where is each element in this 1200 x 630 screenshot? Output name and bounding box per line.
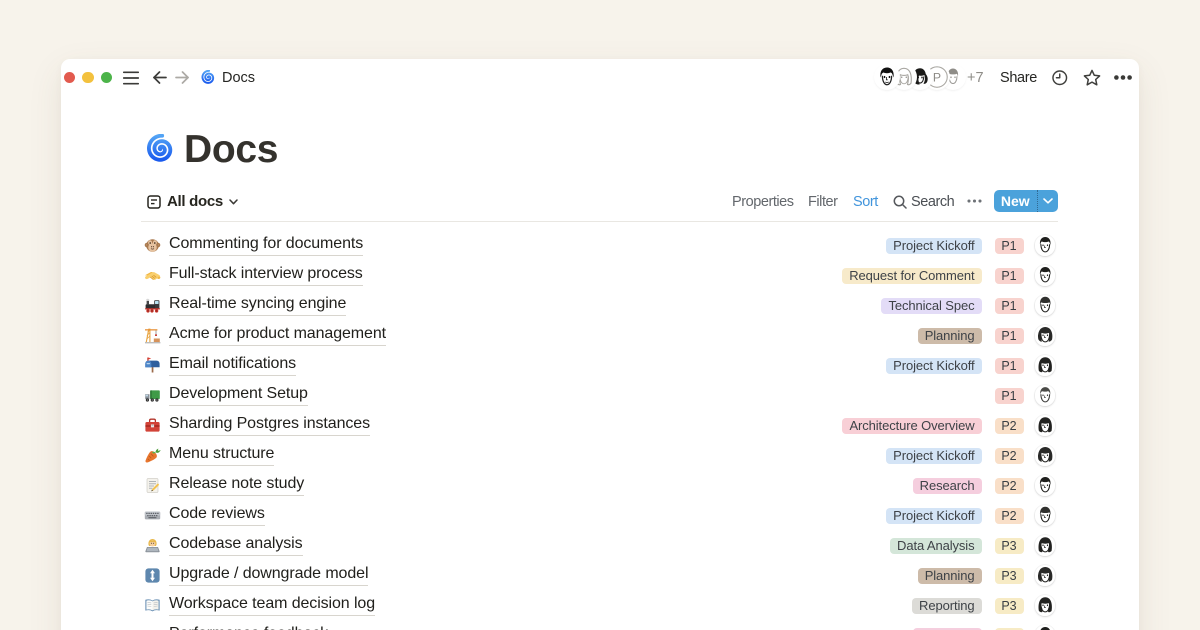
svg-text:P: P	[932, 70, 940, 84]
